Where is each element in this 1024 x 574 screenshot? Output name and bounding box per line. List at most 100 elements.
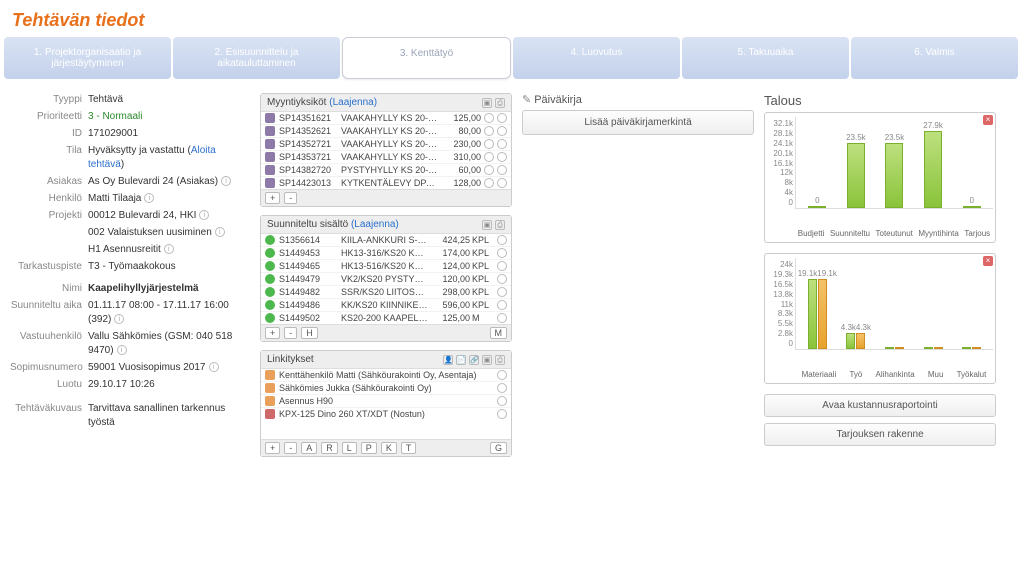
tool-icon[interactable]: ▣ (482, 98, 492, 108)
tool-icon[interactable]: 🔗 (469, 355, 479, 365)
step-1[interactable]: 1. Projektorganisaatio ja järjestäytymin… (4, 37, 171, 79)
bar (885, 347, 894, 349)
link-text: Asennus H90 (279, 396, 494, 406)
add-diary-entry-button[interactable]: Lisää päiväkirjamerkintä (522, 110, 754, 135)
step-3[interactable]: 3. Kenttätyö (342, 37, 511, 79)
step-6[interactable]: 6. Valmis (851, 37, 1018, 79)
info-icon[interactable] (497, 152, 507, 162)
info-icon[interactable]: i (215, 227, 225, 237)
info-icon[interactable]: i (209, 362, 219, 372)
list-item[interactable]: KPX-125 Dino 260 XT/XDT (Nostun) (261, 408, 511, 420)
expand-link[interactable]: (Laajenna) (351, 219, 399, 230)
table-row[interactable]: S1356614 KIILA-ANKKURI S-KA 8... 424,25 … (261, 234, 511, 247)
bar (895, 347, 904, 349)
info-icon[interactable] (497, 313, 507, 323)
g-button[interactable]: G (490, 442, 507, 454)
info-icon[interactable] (497, 370, 507, 380)
tool-icon[interactable]: ▣ (482, 220, 492, 230)
a-button[interactable]: A (301, 442, 317, 454)
expand-link[interactable]: (Laajenna) (329, 97, 377, 108)
table-row[interactable]: SP14352621 VAAKAHYLLY KS 20-300 MEKA K<2… (261, 125, 511, 138)
info-icon[interactable] (497, 165, 507, 175)
item-code: SP14353721 (279, 152, 341, 162)
info-icon[interactable] (497, 178, 507, 188)
info-icon[interactable]: i (114, 314, 124, 324)
step-4[interactable]: 4. Luovutus (513, 37, 680, 79)
table-row[interactable]: S1449482 SSR/KS20 LIITOSKAPPA... 298,00 … (261, 286, 511, 299)
list-item[interactable]: Kenttähenkilö Matti (Sähköurakointi Oy, … (261, 369, 511, 382)
p-button[interactable]: P (361, 442, 377, 454)
tool-icon[interactable]: ⎙ (495, 220, 505, 230)
bar-column (916, 346, 950, 349)
item-value: 298,00 (428, 287, 470, 297)
bar (962, 347, 971, 349)
info-icon[interactable]: i (117, 345, 127, 355)
close-icon[interactable]: × (983, 115, 993, 125)
table-row[interactable]: S1449465 HK13-516/KS20 KESKIK... 124,00 … (261, 260, 511, 273)
info-icon[interactable] (497, 287, 507, 297)
info-icon[interactable] (497, 113, 507, 123)
info-icon[interactable]: i (199, 210, 209, 220)
bar-column: 19.1k19.1k (800, 269, 834, 349)
open-cost-report-button[interactable]: Avaa kustannusraportointi (764, 394, 996, 417)
tool-icon[interactable]: ▣ (482, 355, 492, 365)
edit-icon[interactable]: ✎ (522, 94, 531, 106)
r-button[interactable]: R (321, 442, 338, 454)
info-icon[interactable] (497, 383, 507, 393)
responsible-value: Vallu Sähkömies (GSM: 040 518 9470)i (88, 330, 250, 358)
bar (972, 347, 981, 349)
info-icon[interactable]: i (221, 176, 231, 186)
tool-icon[interactable]: ⎙ (495, 98, 505, 108)
t-button[interactable]: T (401, 442, 417, 454)
contract-value: 59001 Vuosisopimus 2017i (88, 361, 250, 375)
remove-button[interactable]: - (284, 327, 297, 339)
k-button[interactable]: K (381, 442, 397, 454)
info-icon[interactable] (497, 139, 507, 149)
info-icon[interactable] (497, 126, 507, 136)
table-row[interactable]: S1449453 HK13-316/KS20 KESKIK... 174,00 … (261, 247, 511, 260)
table-row[interactable]: SP14351621 VAAKAHYLLY KS 20-200 MEKA K<2… (261, 112, 511, 125)
shield-icon (265, 152, 275, 162)
remove-button[interactable]: - (284, 442, 297, 454)
add-button[interactable]: + (265, 192, 280, 204)
info-icon[interactable] (484, 139, 494, 149)
info-icon[interactable] (484, 152, 494, 162)
table-row[interactable]: S1449479 VK2/KS20 PYSTYHYLLYN... 120,00 … (261, 273, 511, 286)
info-icon[interactable]: i (144, 193, 154, 203)
info-icon[interactable] (497, 261, 507, 271)
tool-icon[interactable]: ⎙ (495, 355, 505, 365)
l-button[interactable]: L (342, 442, 357, 454)
info-icon[interactable] (497, 235, 507, 245)
info-icon[interactable] (497, 300, 507, 310)
info-icon[interactable] (484, 126, 494, 136)
bar (808, 206, 826, 208)
info-icon[interactable] (484, 178, 494, 188)
info-icon[interactable] (484, 113, 494, 123)
step-2[interactable]: 2. Esisuunnittelu ja aikatauluttaminen (173, 37, 340, 79)
info-icon[interactable] (497, 396, 507, 406)
m-button[interactable]: M (490, 327, 508, 339)
add-button[interactable]: + (265, 327, 280, 339)
close-icon[interactable]: × (983, 256, 993, 266)
remove-button[interactable]: - (284, 192, 297, 204)
step-5[interactable]: 5. Takuuaika (682, 37, 849, 79)
h-button[interactable]: H (301, 327, 318, 339)
table-row[interactable]: S1449486 KK/KS20 KIINNIKEEI K... 596,00 … (261, 299, 511, 312)
tool-icon[interactable]: 📄 (456, 355, 466, 365)
table-row[interactable]: SP14382720 PYSTYHYLLY KS 20-500 MEKA S<8… (261, 164, 511, 177)
table-row[interactable]: SP14353721 VAAKAHYLLY KS 20-500 MEKA K<8… (261, 151, 511, 164)
info-icon[interactable] (497, 409, 507, 419)
offer-structure-button[interactable]: Tarjouksen rakenne (764, 423, 996, 446)
list-item[interactable]: Sähkömies Jukka (Sähköurakointi Oy) (261, 382, 511, 395)
info-icon[interactable] (497, 274, 507, 284)
list-item[interactable]: Asennus H90 (261, 395, 511, 408)
info-icon[interactable] (497, 248, 507, 258)
tool-icon[interactable]: 👤 (443, 355, 453, 365)
table-row[interactable]: S1449502 KS20-200 KAAPELIHYLL... 125,00 … (261, 312, 511, 324)
table-row[interactable]: SP14423013 KYTKENTÄLEVY DPA MEKA OS AS 1… (261, 177, 511, 189)
info-icon[interactable]: i (164, 244, 174, 254)
table-row[interactable]: SP14352721 VAAKAHYLLY KS 20-300 MEKA K<8… (261, 138, 511, 151)
add-button[interactable]: + (265, 442, 280, 454)
link-text: Kenttähenkilö Matti (Sähköurakointi Oy, … (279, 370, 494, 380)
info-icon[interactable] (484, 165, 494, 175)
